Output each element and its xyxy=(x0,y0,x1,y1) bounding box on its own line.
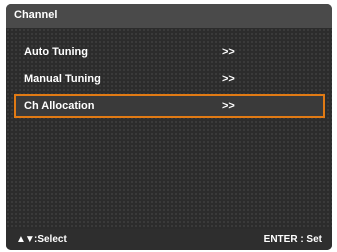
channel-osd-panel: Channel Auto Tuning >> Manual Tuning >> … xyxy=(6,4,332,250)
menu-item-auto-tuning[interactable]: Auto Tuning >> xyxy=(14,40,325,64)
submenu-arrow-icon: >> xyxy=(222,100,235,112)
menu-item-label: Ch Allocation xyxy=(24,100,95,112)
submenu-arrow-icon: >> xyxy=(222,46,235,58)
menu-header: Channel xyxy=(6,4,332,28)
menu-title: Channel xyxy=(14,9,58,21)
channel-menu: Auto Tuning >> Manual Tuning >> Ch Alloc… xyxy=(6,28,332,229)
menu-item-manual-tuning[interactable]: Manual Tuning >> xyxy=(14,67,325,91)
enter-set-hint: ENTER : Set xyxy=(263,234,322,245)
menu-item-label: Auto Tuning xyxy=(24,46,88,58)
menu-item-ch-allocation[interactable]: Ch Allocation >> xyxy=(14,94,325,118)
up-down-arrows-icon: ▲▼ xyxy=(16,234,35,245)
menu-item-label: Manual Tuning xyxy=(24,73,101,85)
submenu-arrow-icon: >> xyxy=(222,73,235,85)
select-hint: :Select xyxy=(34,234,67,245)
menu-footer: ▲▼ :Select ENTER : Set xyxy=(6,229,332,250)
